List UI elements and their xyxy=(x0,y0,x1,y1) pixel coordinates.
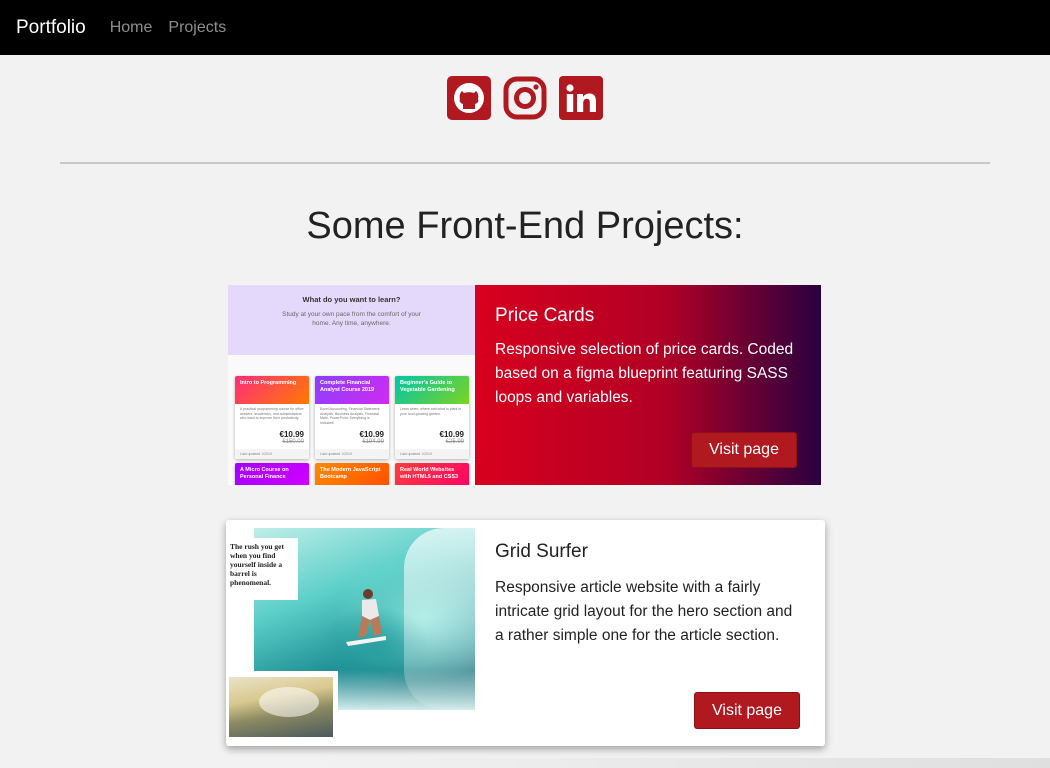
instagram-icon xyxy=(503,76,547,120)
mini-price-card: Complete Financial Analyst Course 2019 E… xyxy=(315,376,389,459)
section-divider xyxy=(60,162,990,164)
github-link[interactable] xyxy=(447,76,491,120)
hero-quote: The rush you get when you find yourself … xyxy=(228,538,298,600)
instagram-link[interactable] xyxy=(503,76,547,120)
project-thumbnail: What do you want to learn? Study at your… xyxy=(228,285,475,485)
page-bottom-edge xyxy=(300,758,1050,768)
nav-link-home[interactable]: Home xyxy=(110,19,153,37)
visit-page-button[interactable]: Visit page xyxy=(694,692,800,729)
surfer-figure xyxy=(346,589,386,646)
mini-price-card: Real World Websites with HTML5 and CSS3 xyxy=(395,463,469,485)
linkedin-link[interactable] xyxy=(559,76,603,120)
project-info: Grid Surfer Responsive article website w… xyxy=(475,520,825,746)
mini-price-card: A Micro Course on Personal Finance xyxy=(235,463,309,485)
linkedin-icon xyxy=(559,76,603,120)
mini-price-card: Beginner's Guide to Vegetable Gardening … xyxy=(395,376,469,459)
project-card-grid-surfer: The rush you get when you find yourself … xyxy=(226,520,825,746)
project-title: Grid Surfer xyxy=(495,541,588,562)
social-links xyxy=(447,76,603,120)
navbar: Portfolio Home Projects xyxy=(0,0,1050,55)
thumbnail-subheading: Study at your own pace from the comfort … xyxy=(282,311,421,327)
mini-price-card: The Modern JavaScript Bootcamp xyxy=(315,463,389,485)
section-title: Some Front-End Projects: xyxy=(306,205,744,247)
project-title: Price Cards xyxy=(495,305,595,326)
nav-link-projects[interactable]: Projects xyxy=(168,19,226,37)
thumbnail-heading: What do you want to learn? xyxy=(302,295,401,304)
brand-logo[interactable]: Portfolio xyxy=(16,17,86,39)
visit-page-button[interactable]: Visit page xyxy=(691,432,797,468)
project-description: Responsive selection of price cards. Cod… xyxy=(495,341,794,406)
github-icon xyxy=(447,76,491,120)
wave-image xyxy=(228,671,338,737)
project-info: Price Cards Responsive selection of pric… xyxy=(475,285,821,485)
project-description: Responsive article website with a fairly… xyxy=(495,579,793,644)
project-card-price-cards: What do you want to learn? Study at your… xyxy=(228,285,821,485)
mini-price-card: Intro to Programming A practical program… xyxy=(235,376,309,459)
project-thumbnail: The rush you get when you find yourself … xyxy=(226,520,475,746)
